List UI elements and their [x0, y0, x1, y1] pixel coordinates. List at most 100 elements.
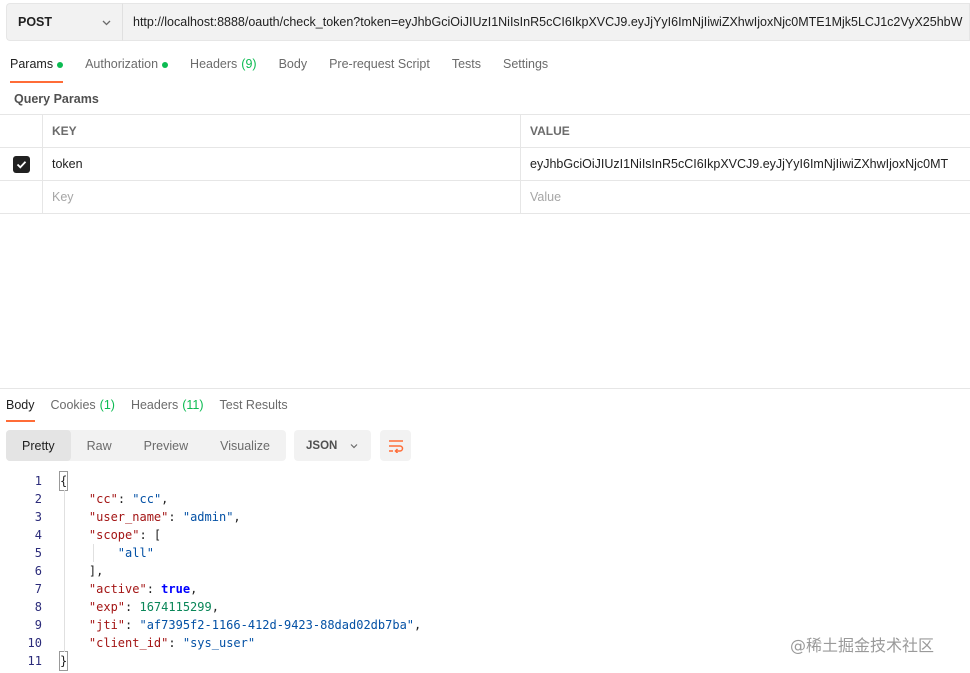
value-input[interactable]: Value — [521, 181, 970, 213]
request-bar: POST http://localhost:8888/oauth/check_t… — [6, 3, 970, 41]
code-token: "jti" — [88, 618, 126, 632]
code-gutter — [42, 598, 60, 616]
tab-label: Headers — [130, 398, 179, 412]
params-table: KEY VALUE token eyJhbGciOiJIUzI1NiIsInR5… — [0, 114, 970, 214]
code-token: , — [414, 618, 422, 632]
code-token: , — [211, 600, 219, 614]
code-token: : [ — [139, 528, 162, 542]
response-tab-cookies[interactable]: Cookies (1) — [51, 398, 115, 422]
code-token: "cc" — [88, 492, 118, 506]
view-visualize[interactable]: Visualize — [204, 430, 286, 461]
chevron-down-icon — [102, 20, 111, 26]
line-number: 5 — [34, 546, 42, 560]
request-tabs: Params Authorization Headers (9) Body Pre-req… — [10, 57, 570, 83]
code-token: "exp" — [88, 600, 126, 614]
code-token: true — [161, 582, 191, 596]
code-token: , — [190, 582, 198, 596]
code-token: : — [125, 600, 140, 614]
tab-authorization[interactable]: Authorization — [85, 57, 169, 83]
tab-settings[interactable]: Settings — [503, 57, 548, 83]
format-select[interactable]: JSON — [294, 430, 371, 461]
param-row-empty: Key Value — [0, 181, 970, 214]
code-gutter — [42, 580, 60, 598]
code-token: 1674115299 — [139, 600, 212, 614]
code-gutter — [42, 634, 60, 652]
tab-count: (9) — [241, 57, 257, 71]
code-token: : — [146, 582, 162, 596]
code-token: , — [233, 510, 241, 524]
code-token: "all" — [117, 546, 154, 560]
wrap-lines-button[interactable] — [380, 430, 411, 461]
line-number: 9 — [34, 618, 42, 632]
watermark: @稀土掘金技术社区 — [790, 636, 935, 655]
code-gutter — [42, 544, 60, 562]
method-select[interactable]: POST — [6, 3, 122, 41]
code-token: ], — [88, 564, 104, 578]
format-label: JSON — [306, 439, 338, 452]
code-token: : — [168, 636, 183, 650]
tab-tests[interactable]: Tests — [452, 57, 481, 83]
response-tabs: Body Cookies (1) Headers (11) Test Results — [6, 398, 304, 422]
response-tab-headers[interactable]: Headers (11) — [131, 398, 204, 422]
code-token: , — [161, 492, 169, 506]
tab-count: (11) — [182, 398, 204, 412]
status-dot-icon — [57, 62, 64, 68]
response-tab-body[interactable]: Body — [6, 398, 35, 422]
tab-label: Params — [10, 57, 54, 71]
code-gutter — [42, 526, 60, 544]
tab-body[interactable]: Body — [279, 57, 308, 83]
code-token: "active" — [88, 582, 147, 596]
value-column-header: VALUE — [530, 124, 570, 138]
tab-params[interactable]: Params — [10, 57, 64, 83]
code-token: "sys_user" — [182, 636, 256, 650]
tab-label: Pre-request Script — [329, 57, 430, 71]
line-number: 7 — [34, 582, 42, 596]
code-line: 7 "active": true, — [0, 580, 970, 598]
key-input[interactable]: Key — [43, 181, 521, 213]
code-gutter — [42, 562, 60, 580]
code-line: 4 "scope": [ — [0, 526, 970, 544]
line-number: 10 — [27, 636, 42, 650]
param-key[interactable]: token — [43, 148, 521, 180]
tab-label: Body — [278, 57, 308, 71]
code-token: : — [168, 510, 183, 524]
check-icon — [16, 160, 26, 169]
code-line: 5 "all" — [0, 544, 970, 562]
line-number: 2 — [34, 492, 42, 506]
response-tab-test-results[interactable]: Test Results — [220, 398, 288, 422]
tab-label: Tests — [451, 57, 481, 71]
code-gutter — [42, 652, 60, 670]
code-token: "client_id" — [88, 636, 169, 650]
code-token: : — [125, 618, 140, 632]
tab-label: Body — [6, 398, 35, 412]
wrap-lines-icon — [388, 439, 403, 453]
tab-headers[interactable]: Headers (9) — [190, 57, 257, 83]
code-line: 3 "user_name": "admin", — [0, 508, 970, 526]
view-preview[interactable]: Preview — [128, 430, 204, 461]
param-value[interactable]: eyJhbGciOiJIUzI1NiIsInR5cCI6IkpXVCJ9.eyJ… — [521, 148, 970, 180]
view-pretty[interactable]: Pretty — [6, 430, 71, 461]
view-raw[interactable]: Raw — [71, 430, 128, 461]
key-column-header: KEY — [43, 115, 521, 147]
tab-pre-request-script[interactable]: Pre-request Script — [329, 57, 430, 83]
url-input[interactable]: http://localhost:8888/oauth/check_token?… — [122, 3, 970, 41]
param-enabled-checkbox[interactable] — [12, 155, 30, 173]
code-line: 2 "cc": "cc", — [0, 490, 970, 508]
code-token: "admin" — [182, 510, 234, 524]
code-gutter — [42, 490, 60, 508]
code-line: 8 "exp": 1674115299, — [0, 598, 970, 616]
code-token: "scope" — [88, 528, 140, 542]
code-token: "cc" — [132, 492, 162, 506]
indent-guide — [93, 544, 94, 562]
code-token: "af7395f2-1166-412d-9423-88dad02db7ba" — [139, 618, 415, 632]
chevron-down-icon — [350, 444, 358, 449]
line-number: 8 — [34, 600, 42, 614]
line-number: 6 — [34, 564, 42, 578]
tab-label: Cookies — [50, 398, 96, 412]
status-dot-icon — [162, 62, 169, 68]
params-header-row: KEY VALUE — [0, 115, 970, 148]
query-params-title: Query Params — [14, 92, 99, 106]
code-token: "user_name" — [88, 510, 169, 524]
code-line: 6 ], — [0, 562, 970, 580]
